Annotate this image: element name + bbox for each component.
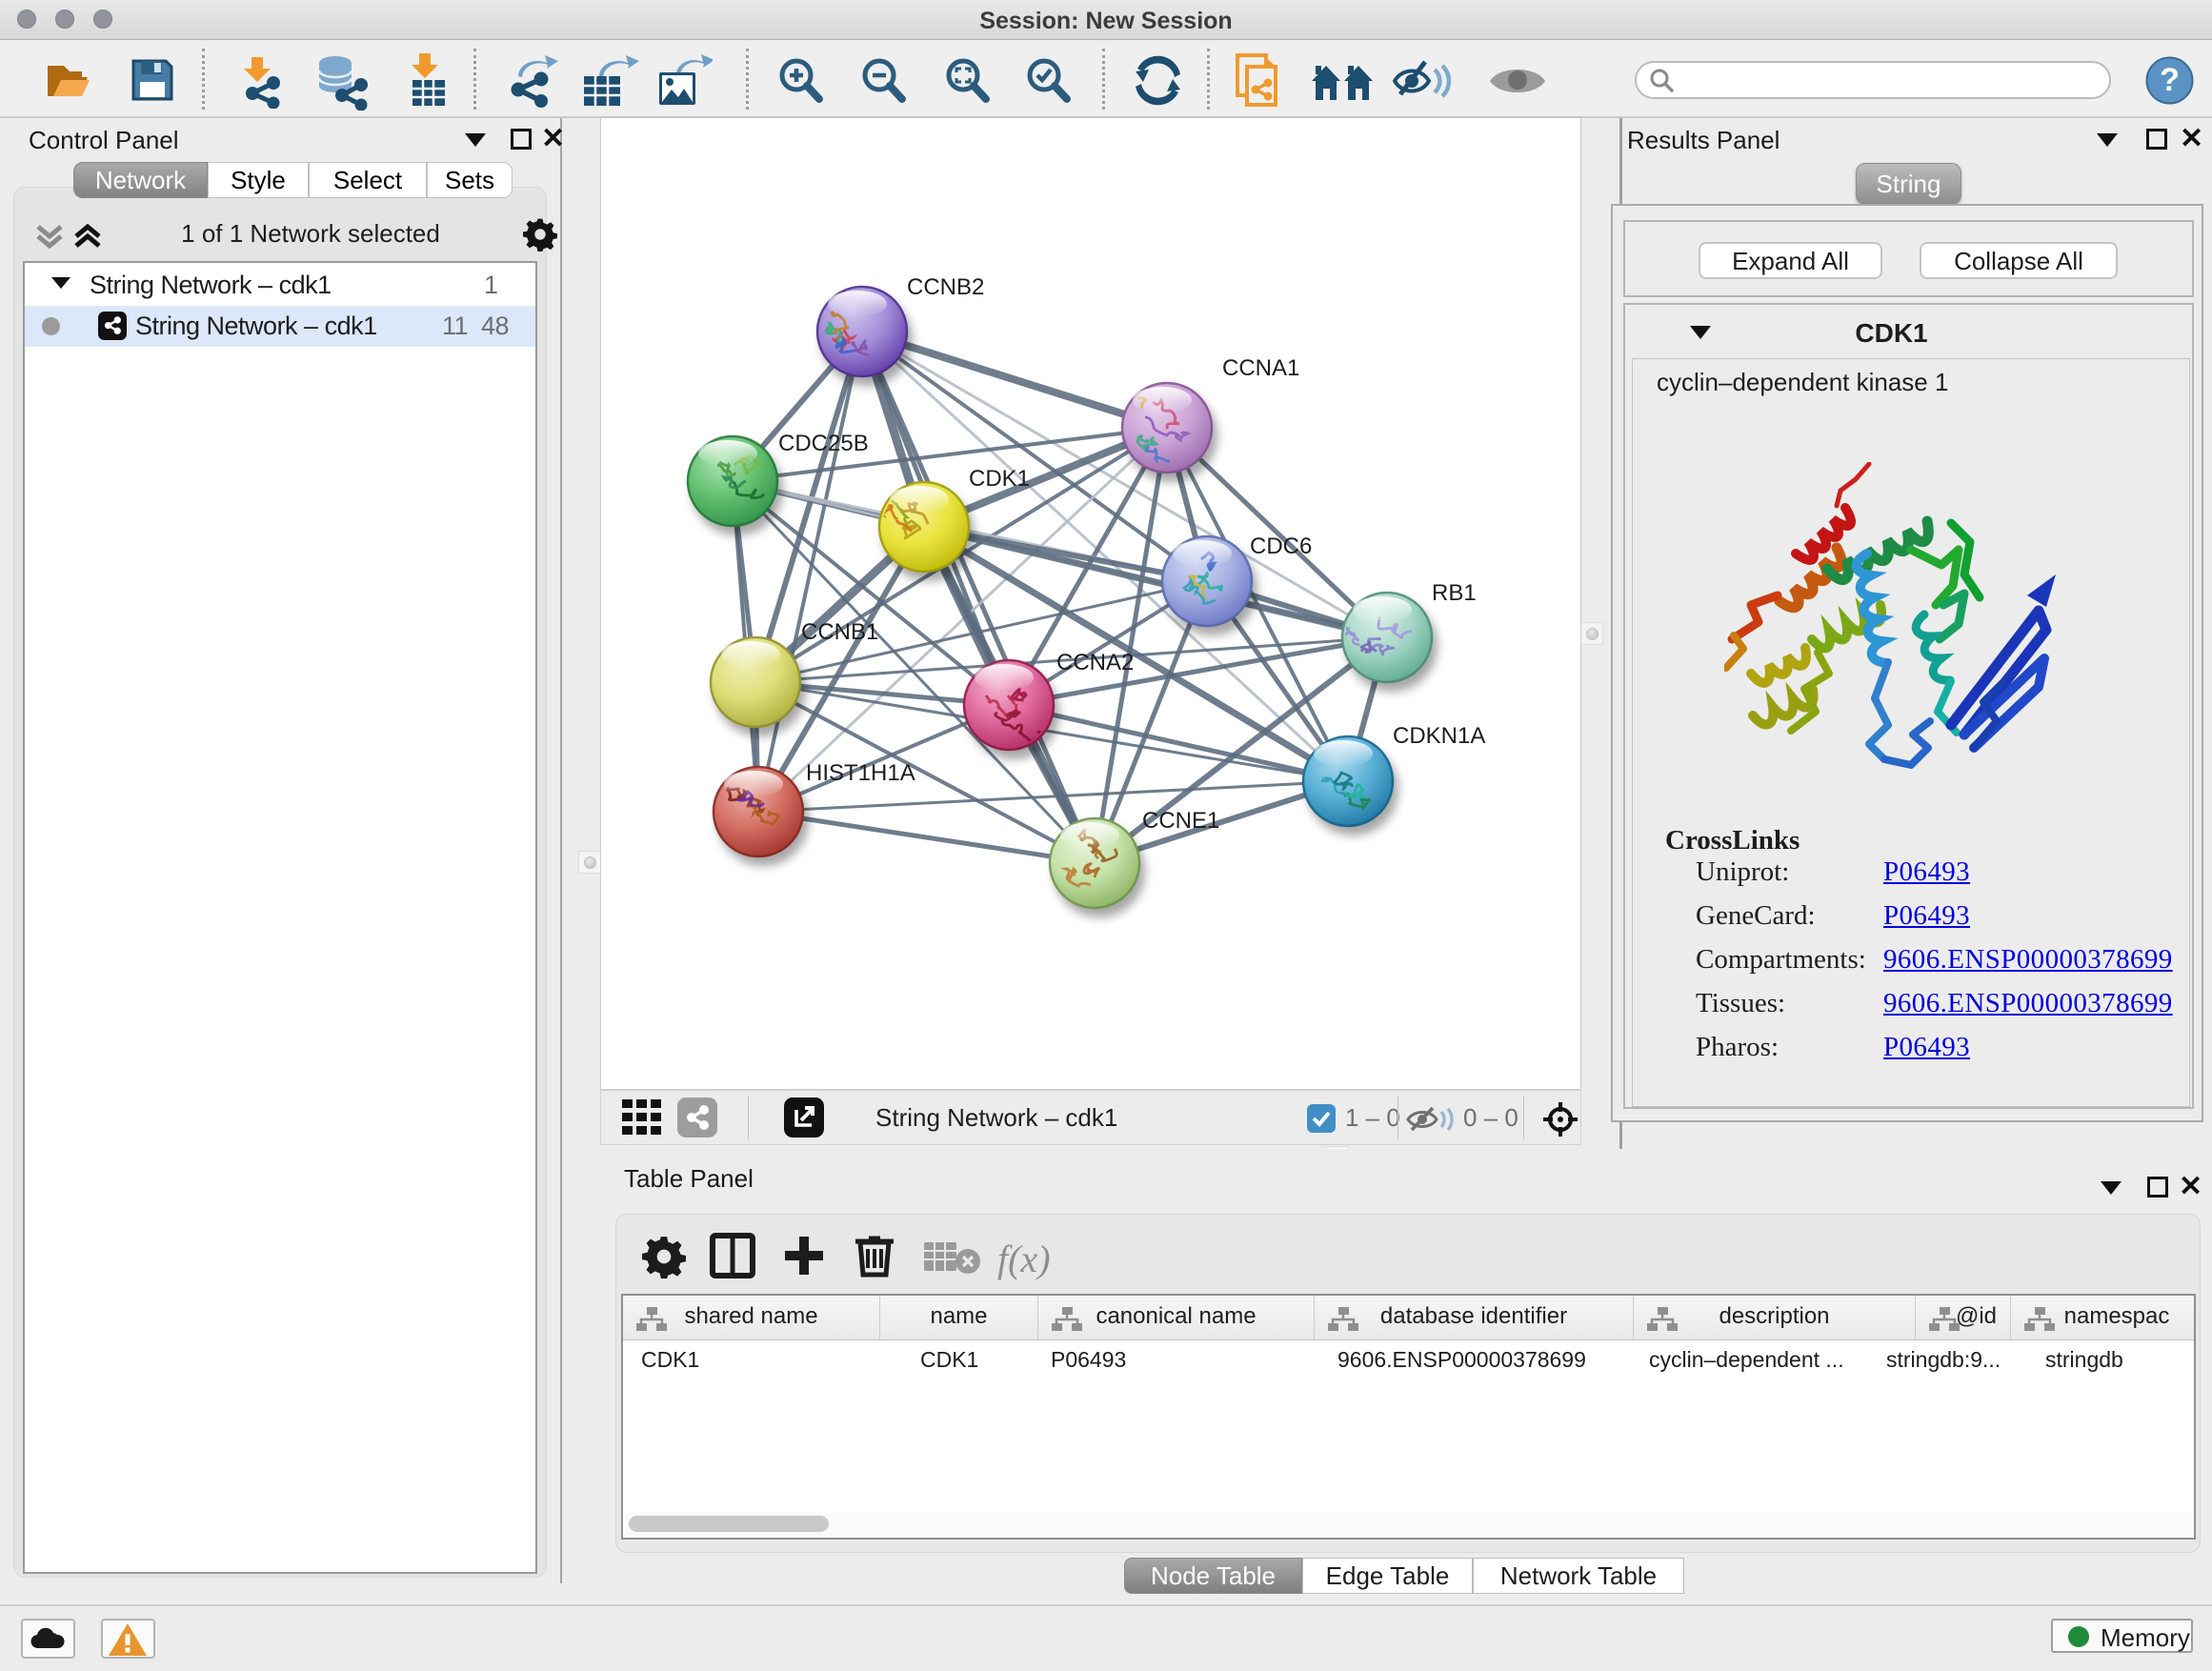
svg-text:CCNB1: CCNB1 [801,619,878,645]
svg-text:CCNB2: CCNB2 [907,274,984,300]
svg-text:CDKN1A: CDKN1A [1393,723,1485,749]
svg-text:CCNE1: CCNE1 [1142,808,1219,834]
svg-text:RB1: RB1 [1432,580,1477,606]
svg-text:HIST1H1A: HIST1H1A [806,760,915,786]
svg-text:?: ? [2160,62,2180,98]
svg-text:CDK1: CDK1 [969,466,1030,492]
svg-text:CDC6: CDC6 [1250,534,1312,559]
svg-text:CDC25B: CDC25B [778,431,869,456]
svg-text:CCNA1: CCNA1 [1222,355,1299,381]
svg-text:CCNA2: CCNA2 [1056,650,1134,675]
